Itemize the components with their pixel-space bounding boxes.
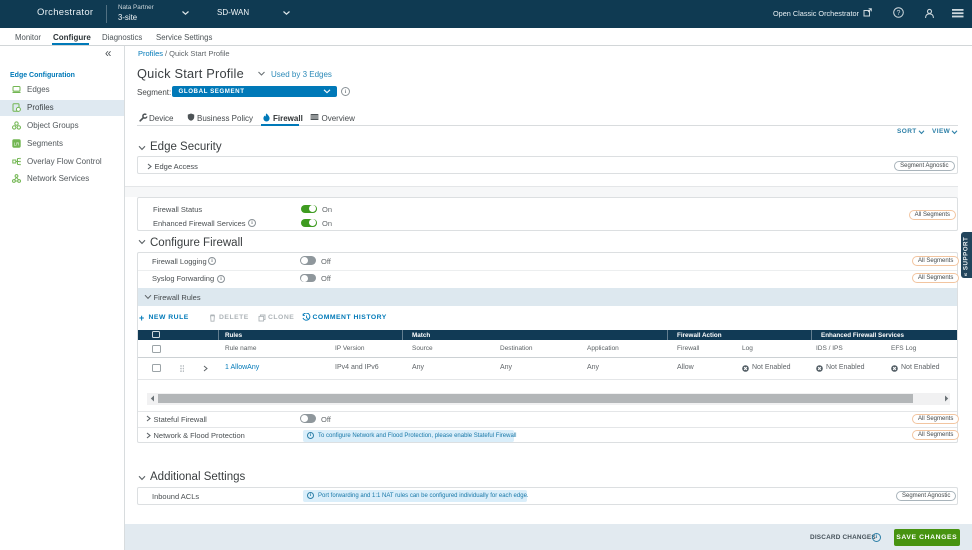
svg-text:?: ?	[897, 10, 901, 17]
svg-text:LR: LR	[14, 141, 21, 146]
